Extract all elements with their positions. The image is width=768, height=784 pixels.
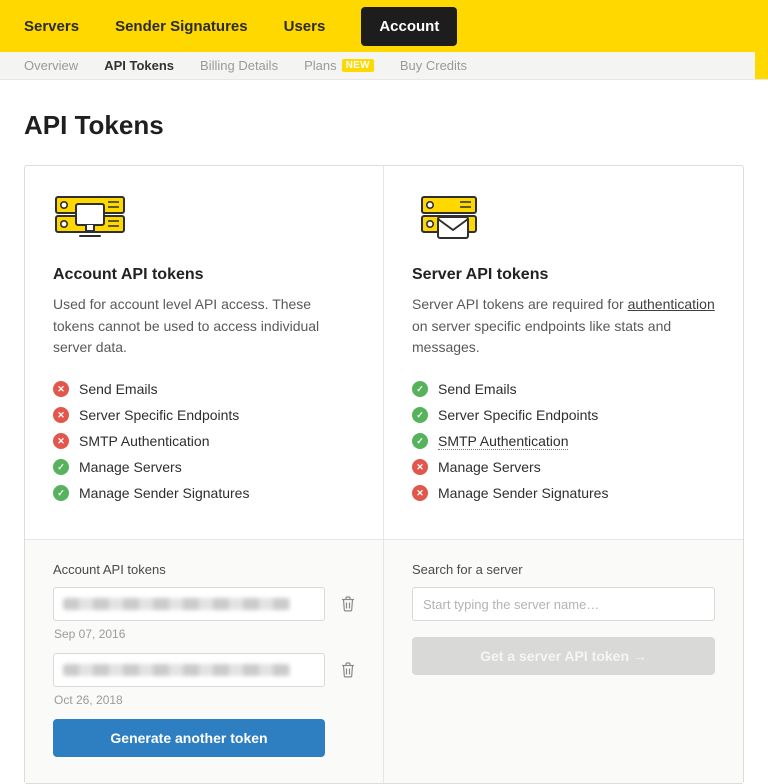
server-panel-description: Server API tokens are required for authe… <box>412 294 715 359</box>
nav-item-account[interactable]: Account <box>361 7 457 46</box>
account-panel-description: Used for account level API access. These… <box>53 294 355 359</box>
feature-label: Send Emails <box>79 381 158 397</box>
top-nav: Servers Sender Signatures Users Account <box>0 0 768 52</box>
account-tokens-panel: Account API tokens Used for account leve… <box>25 166 384 539</box>
server-feature-list: ✓ Send Emails ✓ Server Specific Endpoint… <box>412 381 715 501</box>
desc-text: Server API tokens are required for <box>412 296 628 312</box>
feature-item: ✓ Send Emails <box>412 381 715 397</box>
get-server-token-button[interactable]: Get a server API token → <box>412 637 715 675</box>
api-token-value[interactable] <box>53 587 325 621</box>
token-date: Sep 07, 2016 <box>54 627 355 641</box>
feature-label: Server Specific Endpoints <box>79 407 239 423</box>
allow-icon: ✓ <box>412 407 428 423</box>
api-token-value[interactable] <box>53 653 325 687</box>
feature-item: ✕ Manage Sender Signatures <box>412 485 715 501</box>
feature-label: Server Specific Endpoints <box>438 407 598 423</box>
deny-icon: ✕ <box>412 459 428 475</box>
token-row <box>53 653 355 687</box>
desc-text: on server specific endpoints like stats … <box>412 318 671 356</box>
server-search-input[interactable] <box>412 587 715 621</box>
subnav-edge-accent <box>755 52 768 79</box>
search-server-label: Search for a server <box>412 562 715 577</box>
token-row <box>53 587 355 621</box>
subnav-item-buy-credits[interactable]: Buy Credits <box>400 58 467 73</box>
nav-item-users[interactable]: Users <box>284 18 326 35</box>
subnav-item-api-tokens[interactable]: API Tokens <box>104 58 174 73</box>
account-tokens-label: Account API tokens <box>53 562 355 577</box>
subnav-item-plans[interactable]: Plans NEW <box>304 58 374 73</box>
feature-item: ✕ Manage Servers <box>412 459 715 475</box>
api-tokens-card: Account API tokens Used for account leve… <box>24 165 744 784</box>
feature-item: ✓ SMTP Authentication <box>412 433 715 449</box>
delete-token-button[interactable] <box>325 662 355 678</box>
server-tokens-panel: Server API tokens Server API tokens are … <box>384 166 743 539</box>
feature-label: Manage Sender Signatures <box>438 485 608 501</box>
feature-item: ✓ Manage Sender Signatures <box>53 485 355 501</box>
account-tokens-list: Account API tokens Sep 07, 2016 <box>25 539 384 783</box>
subnav-item-billing-details[interactable]: Billing Details <box>200 58 278 73</box>
subnav-item-overview[interactable]: Overview <box>24 58 78 73</box>
feature-label: SMTP Authentication <box>79 433 209 449</box>
deny-icon: ✕ <box>53 381 69 397</box>
allow-icon: ✓ <box>412 433 428 449</box>
page-title: API Tokens <box>24 110 744 141</box>
feature-label: Manage Servers <box>438 459 541 475</box>
feature-item: ✓ Manage Servers <box>53 459 355 475</box>
allow-icon: ✓ <box>53 459 69 475</box>
smtp-authentication-term[interactable]: SMTP Authentication <box>438 433 568 450</box>
new-badge: NEW <box>342 59 374 72</box>
account-feature-list: ✕ Send Emails ✕ Server Specific Endpoint… <box>53 381 355 501</box>
feature-item: ✕ SMTP Authentication <box>53 433 355 449</box>
authentication-link[interactable]: authentication <box>628 296 715 312</box>
server-token-form: Search for a server Get a server API tok… <box>384 539 743 783</box>
sub-nav: Overview API Tokens Billing Details Plan… <box>0 52 768 80</box>
generate-token-button[interactable]: Generate another token <box>53 719 325 757</box>
server-mail-icon <box>412 194 715 252</box>
feature-label: Send Emails <box>438 381 517 397</box>
feature-label: Manage Servers <box>79 459 182 475</box>
nav-item-sender-signatures[interactable]: Sender Signatures <box>115 18 248 35</box>
account-servers-icon <box>53 194 355 252</box>
subnav-plans-label: Plans <box>304 58 337 73</box>
feature-item: ✕ Server Specific Endpoints <box>53 407 355 423</box>
redacted-token <box>63 598 290 610</box>
deny-icon: ✕ <box>53 433 69 449</box>
token-date: Oct 26, 2018 <box>54 693 355 707</box>
allow-icon: ✓ <box>412 381 428 397</box>
feature-item: ✓ Server Specific Endpoints <box>412 407 715 423</box>
account-panel-heading: Account API tokens <box>53 266 355 284</box>
redacted-token <box>63 664 290 676</box>
allow-icon: ✓ <box>53 485 69 501</box>
nav-item-servers[interactable]: Servers <box>24 18 79 35</box>
server-panel-heading: Server API tokens <box>412 266 715 284</box>
feature-label: Manage Sender Signatures <box>79 485 249 501</box>
delete-token-button[interactable] <box>325 596 355 612</box>
deny-icon: ✕ <box>53 407 69 423</box>
feature-item: ✕ Send Emails <box>53 381 355 397</box>
deny-icon: ✕ <box>412 485 428 501</box>
